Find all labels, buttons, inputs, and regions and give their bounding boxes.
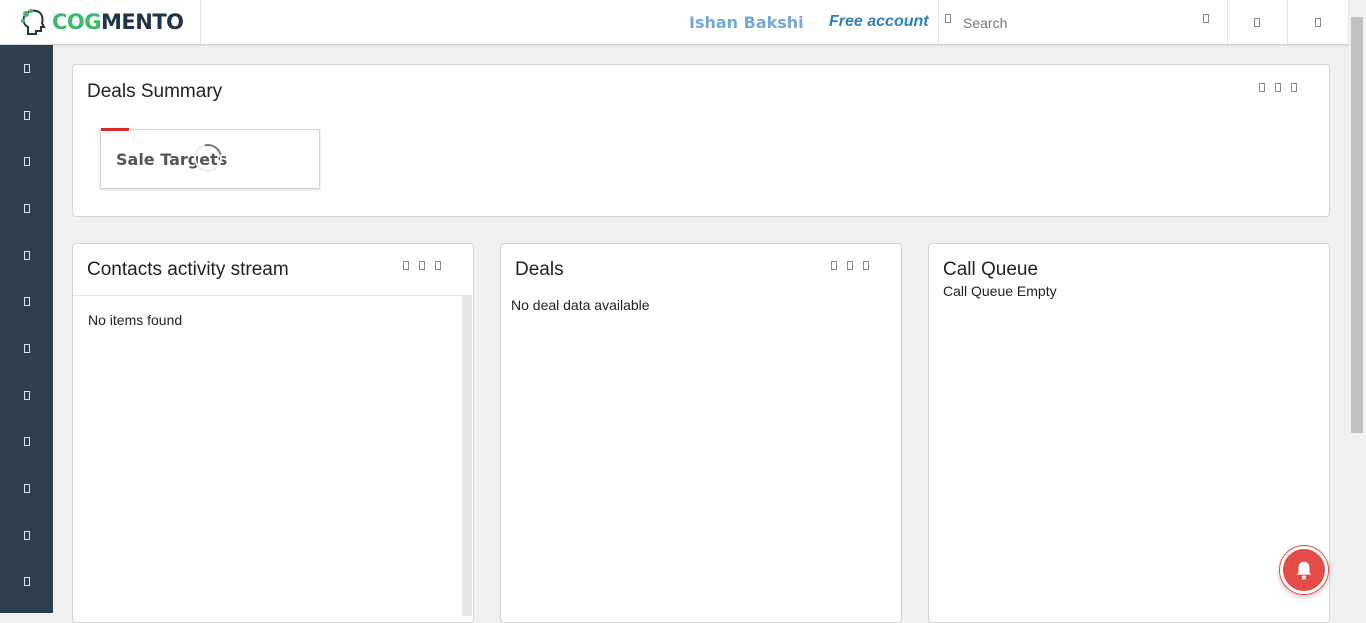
brand-logo[interactable]: COGMENTO <box>0 0 201 44</box>
contacts-stream-tools <box>403 261 441 270</box>
card-divider <box>73 295 473 296</box>
bell-icon <box>1296 561 1312 580</box>
call-queue-empty-text: Call Queue Empty <box>943 283 1057 299</box>
contacts-scrollbar[interactable] <box>462 296 472 616</box>
sidebar-item-home[interactable] <box>0 48 53 88</box>
contacts-icon <box>23 156 30 166</box>
contacts-stream-card: Contacts activity stream No items found <box>72 243 474 623</box>
sidebar-item-companies[interactable] <box>0 188 53 228</box>
sidebar-item-campaigns[interactable] <box>0 515 53 555</box>
user-menu-button[interactable] <box>1288 0 1349 44</box>
deals-summary-title: Deals Summary <box>87 81 223 102</box>
search-box <box>938 0 1228 44</box>
deals-title: Deals <box>515 259 564 280</box>
deals-icon <box>23 250 30 260</box>
sidebar-item-email[interactable] <box>0 468 53 508</box>
refresh-icon[interactable] <box>419 261 425 270</box>
sidebar-item-calls[interactable] <box>0 375 53 415</box>
notification-button[interactable] <box>1280 546 1328 594</box>
deals-summary-tools <box>1259 83 1297 92</box>
refresh-icon[interactable] <box>1275 83 1281 92</box>
calls-icon <box>23 390 30 400</box>
sale-targets-panel[interactable]: Sale Targets <box>100 128 320 189</box>
sidebar-item-tasks[interactable] <box>0 281 53 321</box>
loading-spinner-icon <box>188 138 228 178</box>
close-icon[interactable] <box>435 261 441 270</box>
home-icon <box>23 63 30 73</box>
sidebar-item-contacts[interactable] <box>0 141 53 181</box>
call-queue-card: Call Queue Call Queue Empty <box>928 243 1330 623</box>
search-input[interactable] <box>961 10 1195 36</box>
deals-tools <box>831 261 869 270</box>
forms-icon <box>23 576 30 586</box>
companies-icon <box>23 203 30 213</box>
close-icon[interactable] <box>1291 83 1297 92</box>
cases-icon <box>23 343 30 353</box>
settings-icon <box>1254 17 1260 27</box>
user-menu-icon <box>1315 17 1321 27</box>
documents-icon <box>23 436 30 446</box>
sidebar-item-cases[interactable] <box>0 328 53 368</box>
email-icon <box>23 483 30 493</box>
cog-icon[interactable] <box>403 261 409 270</box>
deals-summary-card: Deals Summary Sale Targets <box>72 64 1330 217</box>
contacts-empty-text: No items found <box>88 312 183 328</box>
target-accent-bar <box>101 128 129 131</box>
page-scrollbar[interactable] <box>1349 0 1366 613</box>
sidebar-item-calendar[interactable] <box>0 95 53 135</box>
brand-wordmark: COGMENTO <box>52 10 184 34</box>
close-icon[interactable] <box>863 261 869 270</box>
head-gear-icon <box>21 9 46 35</box>
settings-button[interactable] <box>1227 0 1288 44</box>
scrollbar-thumb[interactable] <box>1351 17 1363 433</box>
deals-card: Deals No deal data available <box>500 243 902 623</box>
sidebar-item-forms[interactable] <box>0 561 53 601</box>
calendar-icon <box>23 110 30 120</box>
cog-icon[interactable] <box>1259 83 1265 92</box>
sidebar-item-deals[interactable] <box>0 235 53 275</box>
top-header: COGMENTO Ishan Bakshi Free account <box>0 0 1349 45</box>
clear-search-icon[interactable] <box>1203 14 1209 23</box>
tasks-icon <box>23 296 30 306</box>
cog-icon[interactable] <box>831 261 837 270</box>
call-queue-title: Call Queue <box>943 259 1039 280</box>
refresh-icon[interactable] <box>847 261 853 270</box>
sidebar <box>0 45 53 613</box>
account-type[interactable]: Free account <box>829 13 929 31</box>
campaigns-icon <box>23 530 30 540</box>
sidebar-item-documents[interactable] <box>0 421 53 461</box>
search-icon[interactable] <box>945 14 951 23</box>
deals-empty-text: No deal data available <box>511 297 650 313</box>
user-name[interactable]: Ishan Bakshi <box>689 13 804 32</box>
contacts-stream-title: Contacts activity stream <box>87 259 289 280</box>
